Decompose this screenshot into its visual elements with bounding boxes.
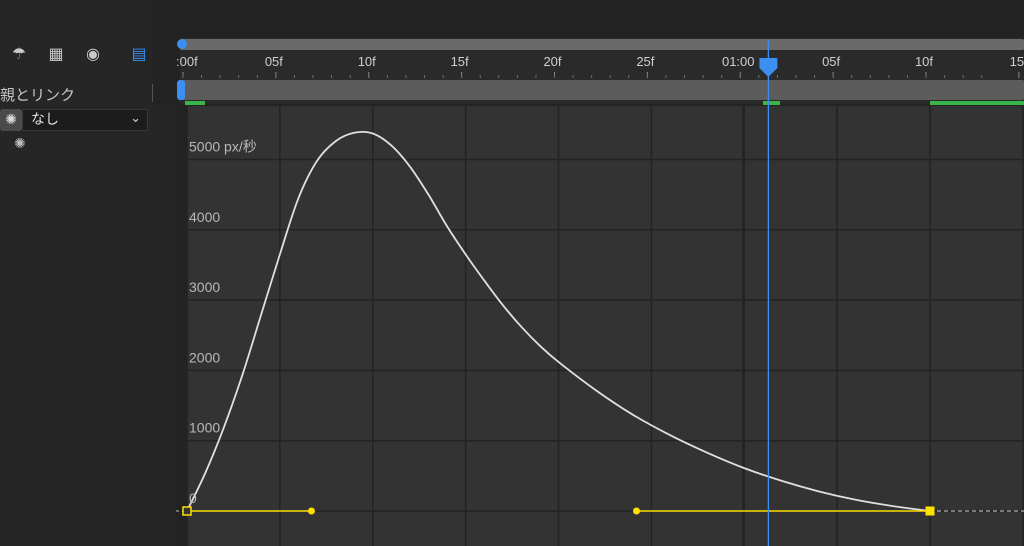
y-tick-label: 5000 px/秒: [189, 139, 257, 155]
y-tick-label: 3000: [189, 279, 220, 295]
time-label: 05f: [265, 54, 283, 69]
keyframe-end-selected[interactable]: [925, 506, 935, 516]
cache-indicator: [185, 101, 205, 105]
time-label: 15: [1010, 54, 1024, 69]
bezier-handle-out[interactable]: [307, 507, 315, 515]
y-tick-label: 1000: [189, 420, 220, 436]
keyframe-start[interactable]: [182, 506, 192, 516]
time-label: 05f: [822, 54, 840, 69]
graph-editor[interactable]: :00f 05f 10f 15f 20f 25f 01:00 05f 10f 15 0 1000 20…: [0, 0, 1024, 546]
time-label: :00f: [176, 54, 198, 69]
time-ruler[interactable]: :00f 05f 10f 15f 20f 25f 01:00 05f 10f 15: [176, 38, 1024, 105]
y-tick-label: 0: [189, 490, 197, 506]
bezier-handle-in[interactable]: [633, 507, 641, 515]
time-label: 20f: [543, 54, 561, 69]
y-tick-label: 4000: [189, 209, 220, 225]
graph-background: [187, 106, 1024, 546]
time-label: 25f: [636, 54, 654, 69]
cache-indicator: [763, 101, 780, 105]
layer-in-handle[interactable]: [177, 80, 185, 100]
cache-indicator: [930, 101, 1024, 105]
work-area-start-handle[interactable]: [177, 39, 187, 49]
graph-grid: [176, 106, 1024, 546]
work-area-bar[interactable]: [180, 39, 1024, 50]
time-label: 10f: [358, 54, 376, 69]
layer-duration-bar[interactable]: [180, 80, 1024, 100]
y-tick-label: 2000: [189, 349, 220, 365]
time-label: 01:00: [722, 54, 755, 69]
time-label: 10f: [915, 54, 933, 69]
time-label: 15f: [451, 54, 469, 69]
